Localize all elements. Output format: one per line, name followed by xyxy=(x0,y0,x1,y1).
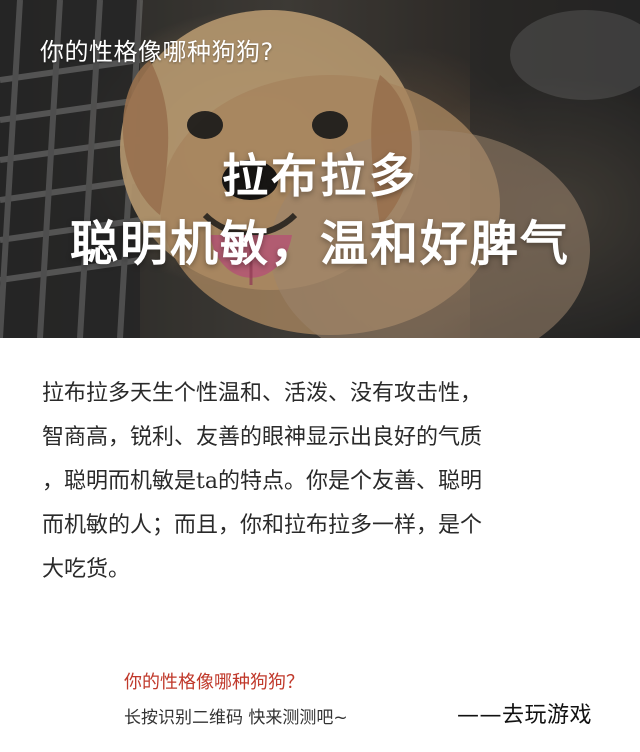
description-line: 智商高，锐利、友善的眼神显示出良好的气质 xyxy=(42,425,483,450)
play-game-link[interactable]: ——去玩游戏 xyxy=(457,697,592,729)
footer-question: 你的性格像哪种狗狗？ xyxy=(124,672,304,693)
description-line: ，聪明而机敏是ta的特点。你是个友善、聪明 xyxy=(42,469,482,494)
scan-qrcode-hint: 长按识别二维码 快来测测吧~ xyxy=(124,708,348,728)
description-line: 大吃货。 xyxy=(42,557,131,582)
personality-description: 拉布拉多天生个性温和、活泼、没有攻击性， 智商高，锐利、友善的眼神显示出良好的气… xyxy=(42,372,602,592)
hero-banner: 你的性格像哪种狗狗? 拉布拉多 聪明机敏，温和好脾气 xyxy=(0,0,640,338)
breed-traits: 聪明机敏，温和好脾气 xyxy=(69,216,570,272)
hero-question: 你的性格像哪种狗狗? xyxy=(40,38,274,66)
breed-title: 拉布拉多 xyxy=(222,149,418,203)
description-line: 拉布拉多天生个性温和、活泼、没有攻击性， xyxy=(42,381,483,406)
description-line: 而机敏的人；而且，你和拉布拉多一样，是个 xyxy=(42,513,483,538)
